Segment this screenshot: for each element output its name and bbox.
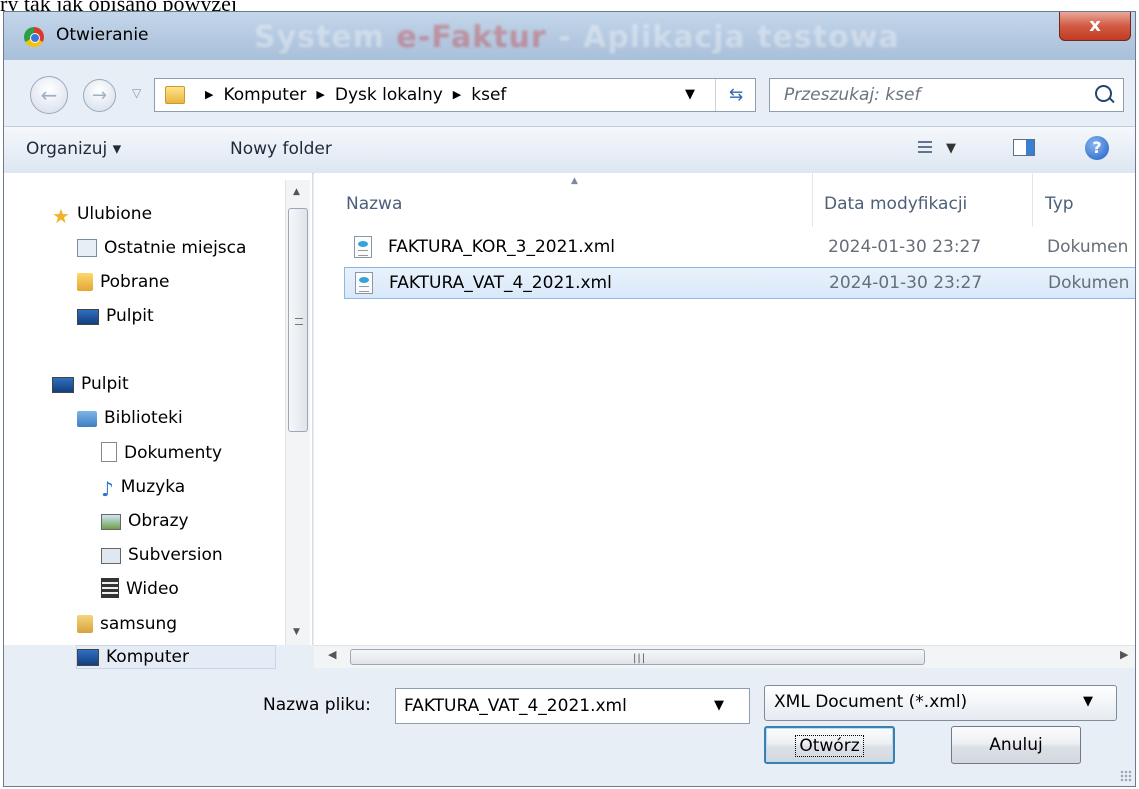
video-icon: [101, 578, 119, 598]
scroll-up-icon[interactable]: ▲: [293, 187, 300, 197]
forward-arrow-icon[interactable]: →: [83, 79, 116, 112]
breadcrumb-dysk-lokalny[interactable]: Dysk lokalny: [335, 85, 443, 105]
refresh-icon[interactable]: ⇆: [715, 79, 756, 111]
nav-item-downloads[interactable]: Pobrane: [77, 269, 169, 295]
subversion-icon: [101, 548, 121, 564]
desktop-icon: [52, 377, 74, 393]
nav-item-video[interactable]: Wideo: [101, 576, 179, 602]
scroll-down-icon[interactable]: ▼: [293, 627, 300, 637]
background-app-title: System e-Faktur - Aplikacja testowa: [254, 20, 900, 55]
nav-item-computer[interactable]: Komputer: [76, 645, 276, 669]
nav-item-favorites[interactable]: ★ Ulubione: [52, 201, 152, 228]
star-icon: ★: [52, 204, 70, 228]
title-bar[interactable]: System e-Faktur - Aplikacja testowa Otwi…: [4, 12, 1135, 60]
file-name-field[interactable]: FAKTURA_VAT_4_2021.xml ▼: [395, 688, 750, 724]
nav-item-music[interactable]: ♪ Muzyka: [101, 474, 185, 501]
column-divider[interactable]: [812, 173, 813, 227]
file-list: ▲ Nazwa Data modyfikacji Typ FAKTURA_KOR…: [314, 173, 1135, 645]
nav-item-subversion[interactable]: Subversion: [101, 542, 223, 568]
search-icon[interactable]: [1095, 85, 1112, 102]
view-options-icon[interactable]: [918, 141, 932, 155]
recent-locations-chevron-icon[interactable]: ▽: [132, 86, 141, 100]
table-row-selected[interactable]: FAKTURA_VAT_4_2021.xml 2024-01-30 23:27 …: [344, 267, 1135, 299]
cancel-button[interactable]: Anuluj: [951, 726, 1081, 764]
scrollbar-grip-icon: [295, 318, 303, 325]
breadcrumb-separator-icon[interactable]: ▶: [205, 88, 213, 101]
file-date: 2024-01-30 23:27: [829, 273, 983, 293]
file-date: 2024-01-30 23:27: [828, 237, 982, 257]
scrollbar-thumb[interactable]: |||: [350, 649, 925, 665]
chrome-app-icon: [24, 27, 44, 47]
chevron-down-icon[interactable]: ▼: [1083, 694, 1093, 709]
music-icon: ♪: [101, 477, 114, 501]
user-folder-icon: [77, 615, 93, 633]
search-input[interactable]: Przeszukaj: ksef: [769, 78, 1124, 112]
breadcrumb-separator-icon[interactable]: ▶: [453, 88, 461, 101]
resize-grip-icon[interactable]: [1120, 770, 1132, 782]
nav-item-samsung[interactable]: samsung: [77, 611, 177, 637]
file-name-value[interactable]: FAKTURA_VAT_4_2021.xml: [404, 696, 627, 716]
column-divider[interactable]: [1032, 173, 1033, 227]
back-arrow-icon[interactable]: ←: [30, 76, 68, 114]
folder-icon: [165, 86, 185, 104]
recent-places-icon: [77, 239, 97, 257]
column-header-name[interactable]: Nazwa: [346, 194, 402, 214]
sort-ascending-icon: ▲: [571, 176, 578, 186]
nav-item-desktop-root[interactable]: Pulpit: [52, 371, 129, 397]
preview-pane-icon[interactable]: [1013, 139, 1035, 156]
scrollbar-thumb[interactable]: [288, 208, 308, 432]
file-type: Dokumen: [1048, 273, 1130, 293]
downloads-icon: [77, 273, 93, 291]
pictures-icon: [101, 514, 121, 530]
documents-icon: [101, 442, 117, 462]
file-name: FAKTURA_KOR_3_2021.xml: [388, 237, 615, 257]
desktop-icon: [77, 309, 99, 325]
breadcrumb-separator-icon[interactable]: ▶: [316, 88, 324, 101]
breadcrumb-ksef[interactable]: ksef: [471, 85, 506, 105]
navigation-pane: ★ Ulubione Ostatnie miejsca Pobrane Pulpi…: [4, 173, 313, 669]
xml-file-icon: [355, 272, 373, 294]
chevron-down-icon[interactable]: ▼: [714, 698, 724, 713]
scrollbar-grip-icon: |||: [633, 653, 647, 664]
address-bar[interactable]: ▶ Komputer ▶ Dysk lokalny ▶ ksef ▼ ⇆: [154, 78, 756, 112]
address-dropdown-icon[interactable]: ▼: [685, 87, 695, 102]
new-folder-button[interactable]: Nowy folder: [230, 139, 332, 159]
open-file-dialog: System e-Faktur - Aplikacja testowa Otwi…: [3, 11, 1136, 787]
file-type-select[interactable]: XML Document (*.xml) ▼: [764, 685, 1117, 721]
scroll-right-icon[interactable]: ▶: [1120, 648, 1128, 661]
file-name-label: Nazwa pliku:: [263, 695, 371, 715]
dialog-title: Otwieranie: [56, 25, 149, 45]
view-dropdown-icon[interactable]: ▼: [946, 141, 956, 156]
file-name: FAKTURA_VAT_4_2021.xml: [389, 273, 612, 293]
search-placeholder: Przeszukaj: ksef: [784, 85, 921, 105]
help-icon[interactable]: ?: [1085, 136, 1109, 160]
file-type-value: XML Document (*.xml): [774, 692, 968, 712]
nav-item-pictures[interactable]: Obrazy: [101, 508, 189, 534]
nav-item-desktop[interactable]: Pulpit: [77, 303, 154, 329]
column-header-type[interactable]: Typ: [1045, 194, 1074, 214]
nav-vertical-scrollbar[interactable]: ▲ ▼: [285, 180, 310, 645]
nav-item-recent-places[interactable]: Ostatnie miejsca: [77, 235, 246, 261]
table-row[interactable]: FAKTURA_KOR_3_2021.xml 2024-01-30 23:27 …: [344, 232, 1135, 264]
nav-item-documents[interactable]: Dokumenty: [101, 440, 222, 466]
column-header-date[interactable]: Data modyfikacji: [824, 194, 967, 214]
xml-file-icon: [354, 236, 372, 258]
computer-icon: [77, 649, 99, 666]
scroll-left-icon[interactable]: ◀: [328, 648, 336, 661]
organize-button[interactable]: Organizuj ▾: [26, 139, 121, 159]
breadcrumb: ▶ Komputer ▶ Dysk lokalny ▶ ksef: [195, 85, 506, 105]
close-button[interactable]: x: [1059, 12, 1131, 41]
libraries-icon: [77, 411, 97, 427]
file-type: Dokumen: [1047, 237, 1129, 257]
file-horizontal-scrollbar[interactable]: ◀ ||| ▶: [314, 645, 1135, 668]
nav-item-libraries[interactable]: Biblioteki: [77, 405, 183, 431]
open-button[interactable]: Otwórz: [764, 726, 895, 764]
breadcrumb-komputer[interactable]: Komputer: [223, 85, 306, 105]
command-toolbar: Organizuj ▾ Nowy folder ▼ ?: [4, 126, 1135, 174]
